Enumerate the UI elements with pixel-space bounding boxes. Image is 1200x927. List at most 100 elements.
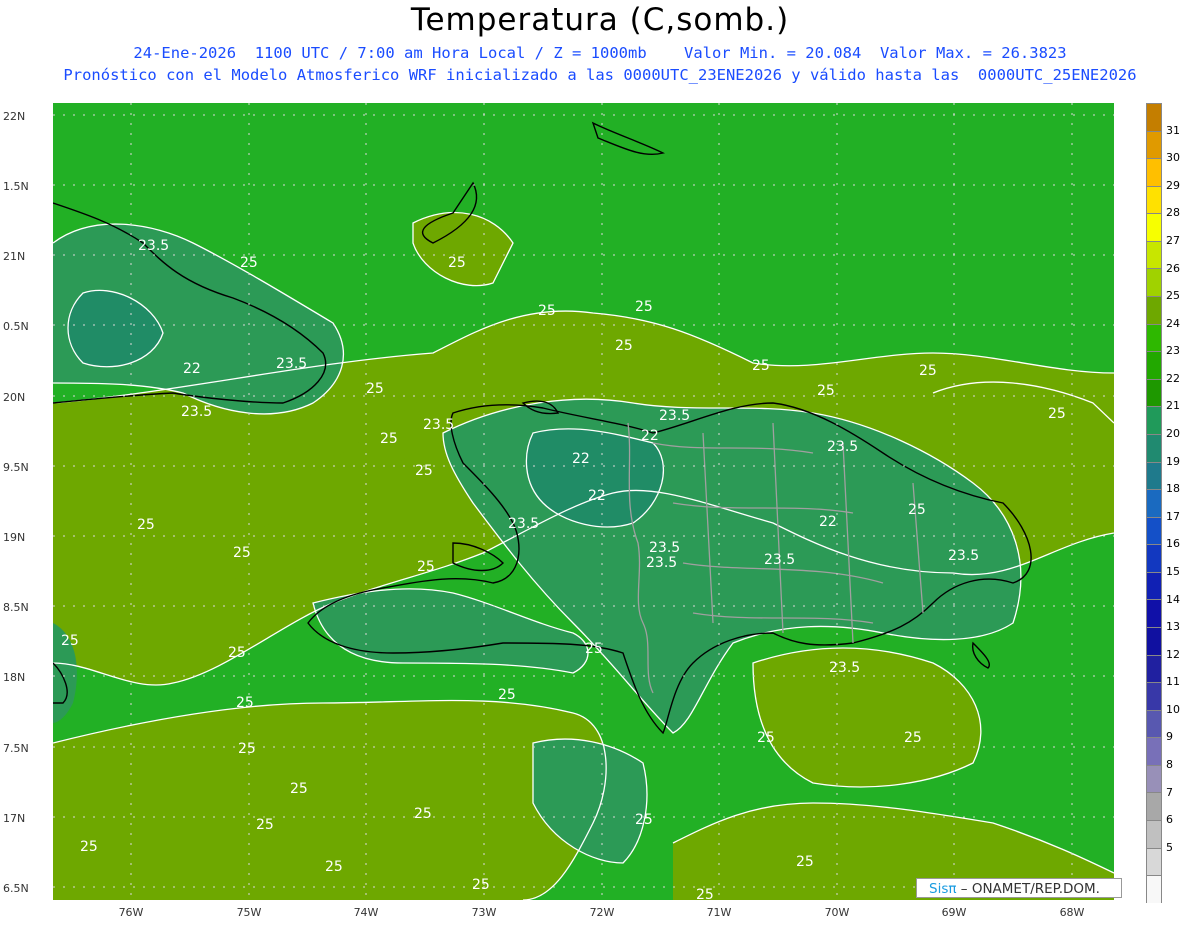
- lon-label: 70W: [825, 906, 850, 919]
- legend-tick-label: 30: [1166, 151, 1180, 165]
- lon-label: 69W: [942, 906, 967, 919]
- legend-swatch: [1146, 296, 1162, 324]
- legend-tick-label: 31: [1166, 123, 1180, 137]
- contour-label: 25: [1048, 406, 1066, 422]
- contour-label: 23.5: [646, 555, 677, 571]
- contour-label: 25: [80, 839, 98, 855]
- legend-tick-label: 7: [1166, 785, 1173, 799]
- legend-tick-label: 20: [1166, 427, 1180, 441]
- lon-label: 72W: [590, 906, 615, 919]
- contour-label: 25: [238, 741, 256, 757]
- legend-swatch: [1146, 378, 1162, 407]
- lat-label: 1.5N: [3, 180, 29, 193]
- contour-label: 23.5: [827, 439, 858, 455]
- legend-swatch: [1146, 461, 1162, 490]
- contour-label: 25: [415, 463, 433, 479]
- forecast-time-line: 24-Ene-2026 1100 UTC / 7:00 am Hora Loca…: [133, 44, 1067, 62]
- contour-label: 25: [498, 687, 516, 703]
- legend-swatch: [1146, 213, 1162, 241]
- contour-label: 25: [635, 812, 653, 828]
- temperature-map: 23.5 25 25 25 25 25 25 25 22 23.5 23.5 2…: [53, 103, 1114, 900]
- contour-label: 25: [380, 431, 398, 447]
- lat-label: 6.5N: [3, 882, 29, 895]
- contour-label: 25: [240, 255, 258, 271]
- legend-tick-label: 10: [1166, 702, 1180, 716]
- legend-tick-label: 27: [1166, 233, 1180, 247]
- legend-tick-label: 23: [1166, 344, 1180, 358]
- contour-label: 22: [819, 514, 837, 530]
- legend-swatch: [1146, 516, 1162, 545]
- legend-tick-label: 8: [1166, 758, 1173, 772]
- legend-tick-label: 17: [1166, 509, 1180, 523]
- legend-tick-label: 9: [1166, 730, 1173, 744]
- contour-label: 22: [588, 488, 606, 504]
- legend-swatch: [1146, 820, 1162, 848]
- legend-swatch: [1146, 103, 1162, 131]
- lat-label: 0.5N: [3, 320, 29, 333]
- legend-tick-label: 25: [1166, 289, 1180, 303]
- contour-label: 25: [908, 502, 926, 518]
- legend-swatch: [1146, 875, 1162, 903]
- contour-label: 25: [635, 299, 653, 315]
- contour-label: 25: [696, 887, 714, 900]
- legend-swatch: [1146, 626, 1162, 655]
- contour-label: 25: [615, 338, 633, 354]
- legend-tick-label: 5: [1166, 840, 1173, 854]
- model-info-line: Pronóstico con el Modelo Atmosferico WRF…: [63, 66, 1137, 84]
- lon-label: 74W: [354, 906, 379, 919]
- map-title: Temperatura (C,somb.): [410, 2, 790, 38]
- legend-swatch: [1146, 709, 1162, 738]
- contour-label: 25: [228, 645, 246, 661]
- legend-swatch: [1146, 737, 1162, 765]
- legend-tick-label: 21: [1166, 399, 1180, 413]
- lat-label: 17N: [3, 812, 25, 825]
- contour-label: 25: [472, 877, 490, 893]
- legend-swatch: [1146, 847, 1162, 876]
- lat-label: 18N: [3, 671, 25, 684]
- legend-swatch: [1146, 268, 1162, 297]
- contour-label: 22: [641, 428, 659, 444]
- legend-swatch: [1146, 130, 1162, 159]
- color-legend: 31 30 29 28 27 26 25 24 23 22 21 20 19 18 17 16 15 14 13 12…: [1146, 103, 1180, 903]
- lat-label: 9.5N: [3, 461, 29, 474]
- contour-label: 25: [417, 559, 435, 575]
- legend-tick-label: 29: [1166, 178, 1180, 192]
- contour-label: 23.5: [659, 408, 690, 424]
- legend-tick-label: 19: [1166, 454, 1180, 468]
- lon-label: 76W: [119, 906, 144, 919]
- contour-label: 25: [585, 641, 603, 657]
- legend-tick-label: 24: [1166, 316, 1180, 330]
- legend-swatch: [1146, 323, 1162, 352]
- credit-text: – ONAMET/REP.DOM.: [960, 881, 1100, 897]
- legend-swatch: [1146, 351, 1162, 379]
- legend-tick-label: 15: [1166, 564, 1180, 578]
- contour-label: 23.5: [276, 356, 307, 372]
- contour-label: 25: [448, 255, 466, 271]
- credit-box: Sisπ – ONAMET/REP.DOM.: [916, 878, 1122, 898]
- contour-label: 25: [796, 854, 814, 870]
- lon-label: 68W: [1060, 906, 1085, 919]
- longitude-axis: 76W 75W 74W 73W 72W 71W 70W 69W 68W: [119, 906, 1085, 919]
- lat-label: 19N: [3, 531, 25, 544]
- contour-label: 23.5: [764, 552, 795, 568]
- contour-label: 25: [61, 633, 79, 649]
- lon-label: 71W: [707, 906, 732, 919]
- lon-label: 75W: [237, 906, 262, 919]
- contour-label: 25: [236, 695, 254, 711]
- legend-tick-label: 26: [1166, 261, 1180, 275]
- legend-tick-label: 12: [1166, 647, 1180, 661]
- legend-tick-label: 13: [1166, 620, 1180, 634]
- contour-label: 25: [752, 358, 770, 374]
- contour-label: 23.5: [508, 516, 539, 532]
- contour-label: 25: [757, 730, 775, 746]
- legend-swatch: [1146, 792, 1162, 821]
- contour-label: 25: [290, 781, 308, 797]
- contour-label: 25: [919, 363, 937, 379]
- contour-label: 23.5: [948, 548, 979, 564]
- contour-label: 22: [183, 361, 201, 377]
- contour-label: 25: [233, 545, 251, 561]
- contour-label: 25: [817, 383, 835, 399]
- legend-swatch: [1146, 489, 1162, 517]
- legend-swatch: [1146, 240, 1162, 269]
- lon-label: 73W: [472, 906, 497, 919]
